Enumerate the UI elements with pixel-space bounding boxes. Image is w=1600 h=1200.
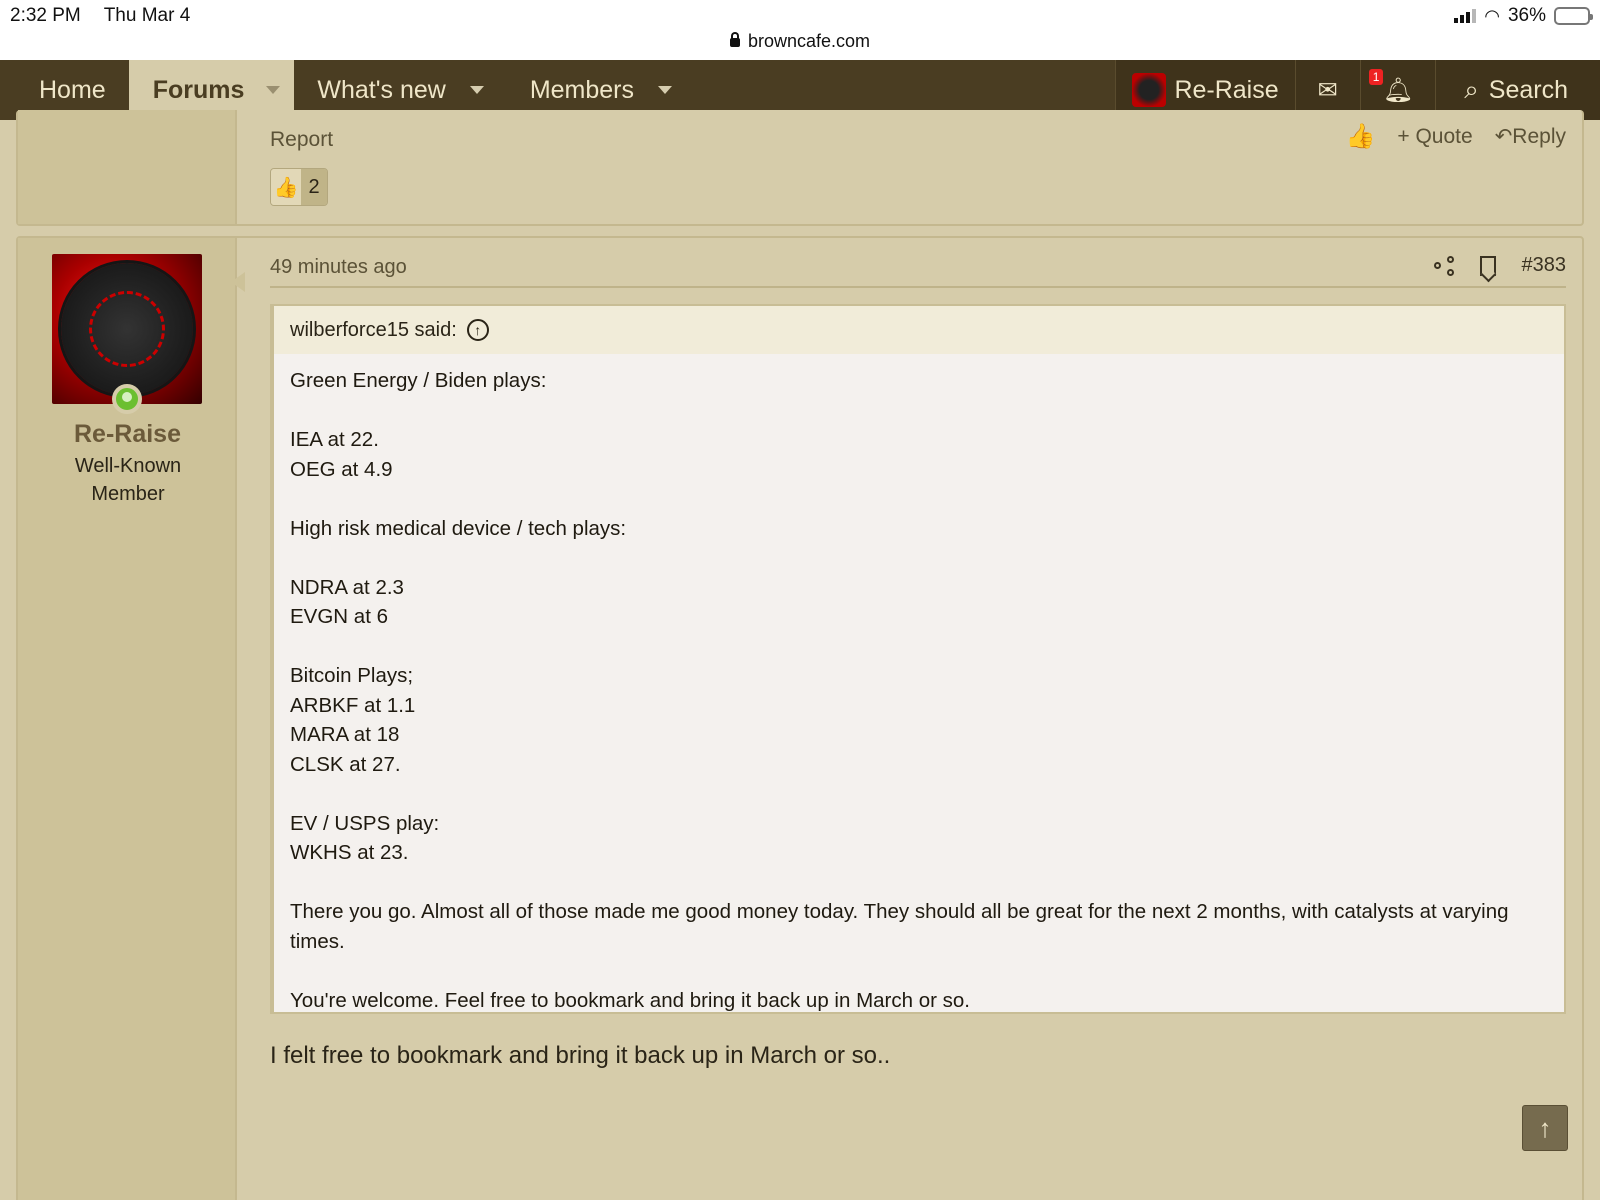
wifi-icon: ◠ <box>1484 5 1500 26</box>
online-status-icon <box>112 384 142 414</box>
lock-icon <box>729 32 740 47</box>
quote-line: IEA at 22. <box>290 428 379 451</box>
poker-chip-image <box>61 263 193 395</box>
quote-header[interactable]: wilberforce15 said: ↑ <box>274 306 1564 354</box>
share-icon[interactable] <box>1433 255 1454 276</box>
report-link[interactable]: Report <box>270 128 333 152</box>
quote-blank-line <box>290 632 1548 662</box>
message-pointer <box>231 272 245 292</box>
previous-post-footer: Report 👍 + Quote ↶Reply 👍 2 <box>254 110 1566 224</box>
user-title: Well-Known Member <box>74 455 182 505</box>
nav-members-label: Members <box>529 75 634 104</box>
nav-whats-new-label: What's new <box>317 75 446 104</box>
post-message: 49 minutes ago #383 wilberforce15 said: … <box>254 238 1566 1200</box>
status-indicators: ◠ 36% <box>1454 5 1593 27</box>
quote-blank-line <box>290 956 1548 986</box>
quote-line: Bitcoin Plays; <box>290 664 414 687</box>
search-icon: ⌕ <box>1464 74 1479 104</box>
back-to-top-button[interactable]: ↑ <box>1522 1105 1568 1151</box>
quote-label: Quote <box>1415 124 1473 148</box>
chip-ring <box>89 291 165 367</box>
post-reply-text: I felt free to bookmark and bring it bac… <box>270 1042 891 1069</box>
avatar[interactable] <box>52 254 202 414</box>
status-time: 2:32 PM <box>10 5 81 26</box>
quote-body: Green Energy / Biden plays: IEA at 22. OEG… <box>274 354 1564 1027</box>
like-icon[interactable]: 👍 <box>1345 122 1375 151</box>
reply-button[interactable]: ↶Reply <box>1495 124 1566 149</box>
url-text: browncafe.com <box>747 31 871 51</box>
quote-line: WKHS at 23. <box>290 841 409 864</box>
nav-home-label: Home <box>39 75 106 104</box>
quote-line: Green Energy / Biden plays: <box>290 369 547 392</box>
arrow-up-circle-icon[interactable]: ↑ <box>466 319 489 341</box>
envelope-icon: ✉ <box>1317 76 1338 104</box>
battery-percent: 36% <box>1507 5 1546 26</box>
previous-post-user-cell <box>18 110 237 224</box>
post-383: Re-Raise Well-Known Member 49 minutes ag… <box>16 236 1584 1200</box>
quote-line: NDRA at 2.3 <box>290 575 404 599</box>
nav-forums-label: Forums <box>152 75 245 104</box>
chevron-down-icon[interactable] <box>266 86 281 94</box>
post-actions: 👍 + Quote ↶Reply <box>1345 122 1566 151</box>
quote-line: There you go. Almost all of those made m… <box>290 900 1509 953</box>
reaction-count: 2 <box>301 169 327 205</box>
quote-blank-line <box>290 868 1548 898</box>
address-bar[interactable]: browncafe.com <box>0 31 1600 52</box>
battery-icon <box>1554 7 1593 25</box>
quote-blank-line <box>290 779 1548 809</box>
quote-line: EV / USPS play: <box>290 811 440 835</box>
quote-line: ARBKF at 1.1 <box>290 693 416 717</box>
quote-blank-line <box>290 484 1548 514</box>
avatar <box>1132 73 1167 107</box>
thumbs-up-icon: 👍 <box>271 169 301 205</box>
quote-line: CLSK at 27. <box>290 752 401 776</box>
quote-blank-line <box>290 396 1548 426</box>
quote-line: EVGN at 6 <box>290 605 388 628</box>
alert-count-badge: 1 <box>1368 69 1384 85</box>
post-number[interactable]: #383 <box>1522 254 1567 277</box>
quote-block: wilberforce15 said: ↑ Green Energy / Bid… <box>270 304 1566 1014</box>
status-time-date: 2:32 PM Thu Mar 4 <box>10 5 208 27</box>
quote-line: High risk medical device / tech plays: <box>290 516 627 540</box>
reaction-summary[interactable]: 👍 2 <box>270 168 328 206</box>
status-bar: 2:32 PM Thu Mar 4 ◠ 36% browncafe.com <box>0 0 1600 60</box>
bookmark-icon[interactable] <box>1479 255 1496 276</box>
nav-account-label: Re-Raise <box>1174 75 1279 104</box>
nav-search-label: Search <box>1488 75 1568 104</box>
quote-line: You're welcome. Feel free to bookmark an… <box>290 988 970 1012</box>
reply-label: Reply <box>1512 125 1566 148</box>
post-user-cell: Re-Raise Well-Known Member <box>18 238 237 1200</box>
status-date: Thu Mar 4 <box>103 5 191 26</box>
quote-line: MARA at 18 <box>290 723 400 746</box>
post-time[interactable]: 49 minutes ago <box>270 256 407 279</box>
quote-author: wilberforce15 said: <box>290 318 457 341</box>
chevron-down-icon[interactable] <box>658 86 672 94</box>
post-header: 49 minutes ago #383 <box>270 254 1566 288</box>
bell-icon: 🔔︎ <box>1382 76 1414 104</box>
quote-button[interactable]: + Quote <box>1397 125 1472 149</box>
signal-icon <box>1454 9 1477 23</box>
post-username[interactable]: Re-Raise <box>18 420 237 449</box>
quote-blank-line <box>290 543 1548 573</box>
reply-arrow-icon: ↶ <box>1494 125 1513 148</box>
arrow-up-icon: ↑ <box>1538 1112 1552 1143</box>
previous-post: Report 👍 + Quote ↶Reply 👍 2 <box>16 110 1584 226</box>
chevron-down-icon[interactable] <box>469 86 484 94</box>
post-header-tools: #383 <box>1433 254 1567 277</box>
quote-line: OEG at 4.9 <box>290 457 393 481</box>
